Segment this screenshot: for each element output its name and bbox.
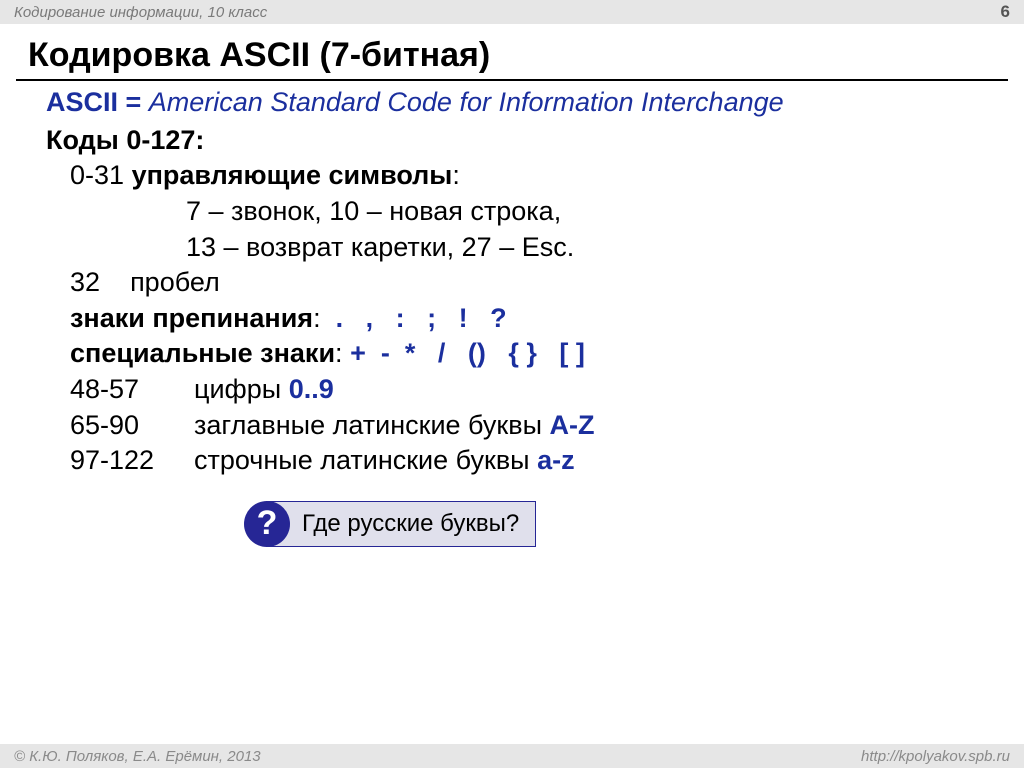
space-code: 32 [70, 267, 100, 297]
codes-range-header: Коды 0-127: [46, 123, 1012, 159]
ctrl-range: 0-31 [70, 160, 124, 190]
ctrl-label: управляющие символы [132, 160, 453, 190]
footer-bar: © К.Ю. Поляков, Е.А. Ерёмин, 2013 http:/… [0, 744, 1024, 768]
lower-range: 97-122 [70, 443, 194, 479]
digits-value: 0..9 [289, 374, 334, 404]
special-colon: : [335, 338, 343, 368]
ascii-term: ASCII = [46, 87, 149, 117]
uppercase-row: 65-90 заглавные латинские буквы A-Z [46, 408, 1012, 444]
copyright-text: © К.Ю. Поляков, Е.А. Ерёмин, 2013 [14, 748, 261, 765]
digits-row: 48-57 цифры 0..9 [46, 372, 1012, 408]
upper-label: заглавные латинские буквы [194, 410, 549, 440]
slide-title: Кодировка ASCII (7-битная) [0, 24, 1024, 79]
lower-label: строчные латинские буквы [194, 445, 537, 475]
top-bar: Кодирование информации, 10 класс 6 [0, 0, 1024, 24]
control-symbols-row: 0-31 управляющие символы: [46, 158, 1012, 194]
upper-value: A-Z [549, 410, 594, 440]
question-text: Где русские буквы? [302, 508, 519, 540]
special-symbols: + - * / () { } [ ] [343, 338, 585, 368]
digits-range: 48-57 [70, 372, 194, 408]
punctuation-row: знаки препинания: . , : ; ! ? [46, 301, 1012, 337]
ascii-expansion: American Standard Code for Information I… [149, 87, 784, 117]
punct-symbols: . , : ; ! ? [321, 303, 507, 333]
punct-colon: : [313, 303, 321, 333]
space-row: 32 пробел [46, 265, 1012, 301]
footer-url[interactable]: http://kpolyakov.spb.ru [861, 748, 1010, 765]
ctrl-colon: : [452, 160, 460, 190]
ctrl-examples-1: 7 – звонок, 10 – новая строка, [46, 194, 1012, 230]
special-row: специальные знаки: + - * / () { } [ ] [46, 336, 1012, 372]
digits-label: цифры [194, 374, 289, 404]
content-area: ASCII = American Standard Code for Infor… [0, 83, 1024, 547]
question-callout: ? Где русские буквы? [266, 501, 536, 547]
page-number: 6 [1001, 2, 1010, 22]
topic-label: Кодирование информации, 10 класс [14, 4, 267, 21]
ctrl-examples-2: 13 – возврат каретки, 27 – Esc. [46, 230, 1012, 266]
punct-label: знаки препинания [70, 303, 313, 333]
question-mark-icon: ? [244, 501, 290, 547]
special-label: специальные знаки [70, 338, 335, 368]
title-rule [16, 79, 1008, 81]
ascii-definition: ASCII = American Standard Code for Infor… [46, 85, 1012, 121]
upper-range: 65-90 [70, 408, 194, 444]
space-label: пробел [130, 267, 220, 297]
lowercase-row: 97-122 строчные латинские буквы a-z [46, 443, 1012, 479]
lower-value: a-z [537, 445, 575, 475]
